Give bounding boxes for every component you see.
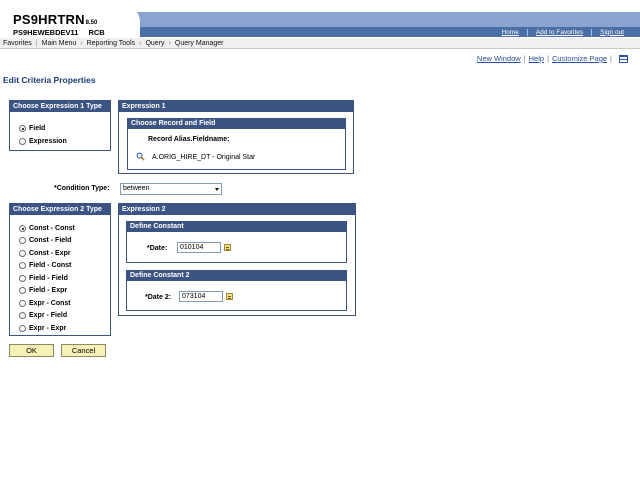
condition-type-label: *Condition Type: (54, 185, 110, 192)
sign-out-link[interactable]: Sign out (591, 28, 632, 36)
date-2-input[interactable]: 073104 (179, 291, 223, 302)
radio-expr-const[interactable]: Expr - Const (19, 300, 71, 307)
cancel-button[interactable]: Cancel (61, 344, 106, 357)
expression-2-group: Expression 2 Define Constant *Date: 0101… (118, 203, 356, 316)
radio-button[interactable] (19, 237, 26, 244)
header-bar (118, 12, 640, 27)
radio-field-expr[interactable]: Field - Expr (19, 287, 67, 294)
choose-record-field-group: Choose Record and Field Record Alias.Fie… (127, 118, 346, 170)
radio-button[interactable] (19, 300, 26, 307)
chevron-right-icon: › (168, 39, 171, 47)
radio-const-expr[interactable]: Const - Expr (19, 250, 71, 257)
record-field-label: Record Alias.Fieldname: (148, 136, 230, 143)
date-input[interactable]: 010104 (177, 242, 221, 253)
radio-button[interactable] (19, 138, 26, 145)
breadcrumb-menu: Favorites | Main Menu › Reporting Tools … (0, 38, 640, 49)
radio-button[interactable] (19, 325, 26, 332)
date-2-label: *Date 2: (145, 294, 172, 301)
group-caption: Define Constant 2 (127, 271, 346, 281)
radio-button[interactable] (19, 250, 26, 257)
page-links: New Window | Help | Customize Page | (477, 54, 628, 63)
menu-query-manager[interactable]: Query Manager (175, 40, 224, 47)
help-link[interactable]: Help (529, 54, 544, 63)
page-title: Edit Criteria Properties (3, 75, 96, 85)
calendar-icon[interactable] (224, 244, 231, 251)
menu-favorites[interactable]: Favorites (3, 40, 32, 47)
define-constant-2-group: Define Constant 2 *Date 2: 073104 (126, 270, 347, 311)
expression-1-type-group: Choose Expression 1 Type Field Expressio… (9, 100, 111, 151)
radio-expression[interactable]: Expression (19, 138, 67, 145)
menu-main-menu[interactable]: Main Menu (42, 40, 77, 47)
radio-button[interactable] (19, 225, 26, 232)
user-id: RCB (88, 28, 105, 37)
radio-const-field[interactable]: Const - Field (19, 237, 71, 244)
system-branding: PS9HRTRN8.50 PS9HEWEBDEV11 RCB (13, 12, 105, 37)
radio-button[interactable] (19, 312, 26, 319)
home-link[interactable]: Home (493, 29, 526, 36)
radio-const-const[interactable]: Const - Const (19, 225, 75, 232)
chevron-right-icon: › (80, 39, 83, 47)
define-constant-group: Define Constant *Date: 010104 (126, 221, 347, 263)
expression-1-group: Expression 1 Choose Record and Field Rec… (118, 100, 354, 174)
radio-button[interactable] (19, 275, 26, 282)
new-window-link[interactable]: New Window (477, 54, 521, 63)
system-version: 8.50 (85, 20, 98, 26)
system-name: PS9HRTRN (13, 12, 85, 27)
group-caption: Choose Expression 1 Type (10, 101, 110, 112)
add-to-favorites-link[interactable]: Add to Favorites (526, 28, 591, 36)
group-caption: Expression 2 (119, 204, 355, 215)
radio-expr-field[interactable]: Expr - Field (19, 312, 67, 319)
ok-button[interactable]: OK (9, 344, 54, 357)
menu-reporting-tools[interactable]: Reporting Tools (87, 40, 136, 47)
chevron-right-icon: › (139, 39, 142, 47)
customize-page-link[interactable]: Customize Page (552, 54, 607, 63)
search-icon[interactable] (136, 152, 145, 161)
calendar-icon[interactable] (226, 293, 233, 300)
expression-2-type-group: Choose Expression 2 Type Const - Const C… (9, 203, 111, 336)
record-field-value: A.ORIG_HIRE_DT - Original Star (152, 154, 256, 161)
header-links: Home Add to Favorites Sign out (493, 27, 632, 37)
group-caption: Choose Record and Field (128, 119, 345, 129)
radio-button[interactable] (19, 125, 26, 132)
radio-expr-expr[interactable]: Expr - Expr (19, 325, 66, 332)
radio-field[interactable]: Field (19, 125, 45, 132)
chevron-down-icon (215, 188, 219, 191)
group-caption: Choose Expression 2 Type (10, 204, 110, 215)
grid-icon[interactable] (619, 54, 628, 63)
radio-button[interactable] (19, 262, 26, 269)
menu-query[interactable]: Query (145, 40, 164, 47)
radio-button[interactable] (19, 287, 26, 294)
radio-field-field[interactable]: Field - Field (19, 275, 68, 282)
group-caption: Define Constant (127, 222, 346, 232)
condition-type-select[interactable]: between (120, 183, 222, 195)
date-label: *Date: (147, 245, 168, 252)
group-caption: Expression 1 (119, 101, 353, 112)
database-name: PS9HEWEBDEV11 (13, 28, 79, 37)
radio-field-const[interactable]: Field - Const (19, 262, 71, 269)
